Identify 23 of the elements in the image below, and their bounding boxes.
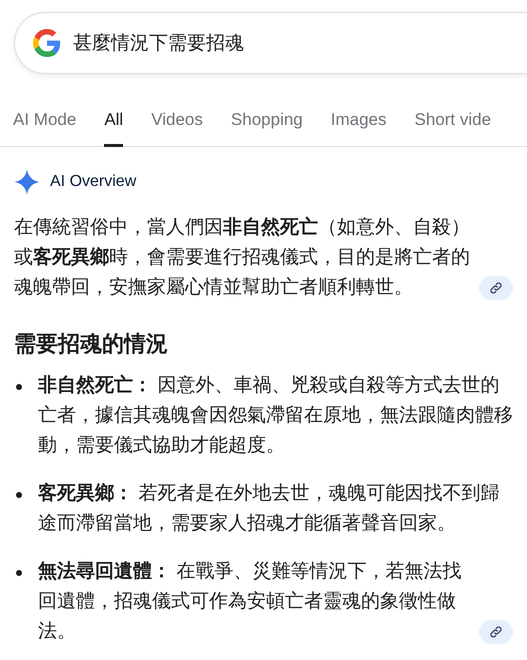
- search-field[interactable]: 甚麼情況下需要招魂: [14, 12, 527, 74]
- bullet-text: 非自然死亡： 因意外、車禍、兇殺或自殺等方式去世的亡者，據信其魂魄會因怨氣滯留在原地，無法跟隨肉體移動，需要儀式協助才能超度。: [38, 374, 513, 458]
- source-link-button[interactable]: [479, 620, 513, 644]
- bullet-dot: [16, 570, 22, 576]
- link-icon: [489, 281, 503, 295]
- search-tab[interactable]: AI Mode: [13, 110, 76, 147]
- search-tab[interactable]: Short vide: [414, 110, 492, 147]
- search-tab[interactable]: Videos: [151, 110, 203, 147]
- bullet-text: 客死異鄉： 若死者是在外地去世，魂魄可能因找不到歸途而滯留當地，需要家人招魂才能循著聲音回家。: [38, 482, 500, 536]
- search-tab[interactable]: All: [104, 110, 124, 147]
- section-heading: 需要招魂的情況: [14, 330, 169, 358]
- link-icon: [489, 625, 503, 639]
- sparkle-icon: [14, 169, 40, 195]
- bullet-dot: [16, 492, 22, 498]
- overview-title: AI Overview: [50, 173, 136, 191]
- google-g-icon: [33, 29, 61, 57]
- search-tab[interactable]: Shopping: [230, 110, 303, 147]
- source-link-button[interactable]: [479, 276, 513, 300]
- search-query: 甚麼情況下需要招魂: [73, 32, 244, 56]
- intro-paragraph: 在傳統習俗中，當人們因非自然死亡（如意外、自殺）或客死異鄉時，會需要進行招魂儀式，目的是將亡者的魂魄帶回，安撫家屬心情並幫助亡者順利轉世。: [14, 216, 471, 300]
- bullet-dot: [16, 384, 22, 390]
- search-tab[interactable]: Images: [330, 110, 386, 147]
- bullet-text: 無法尋回遺體： 在戰爭、災難等情況下，若無法找回遺體，招魂儀式可作為安頓亡者靈魂的象徵性做法。: [38, 560, 462, 644]
